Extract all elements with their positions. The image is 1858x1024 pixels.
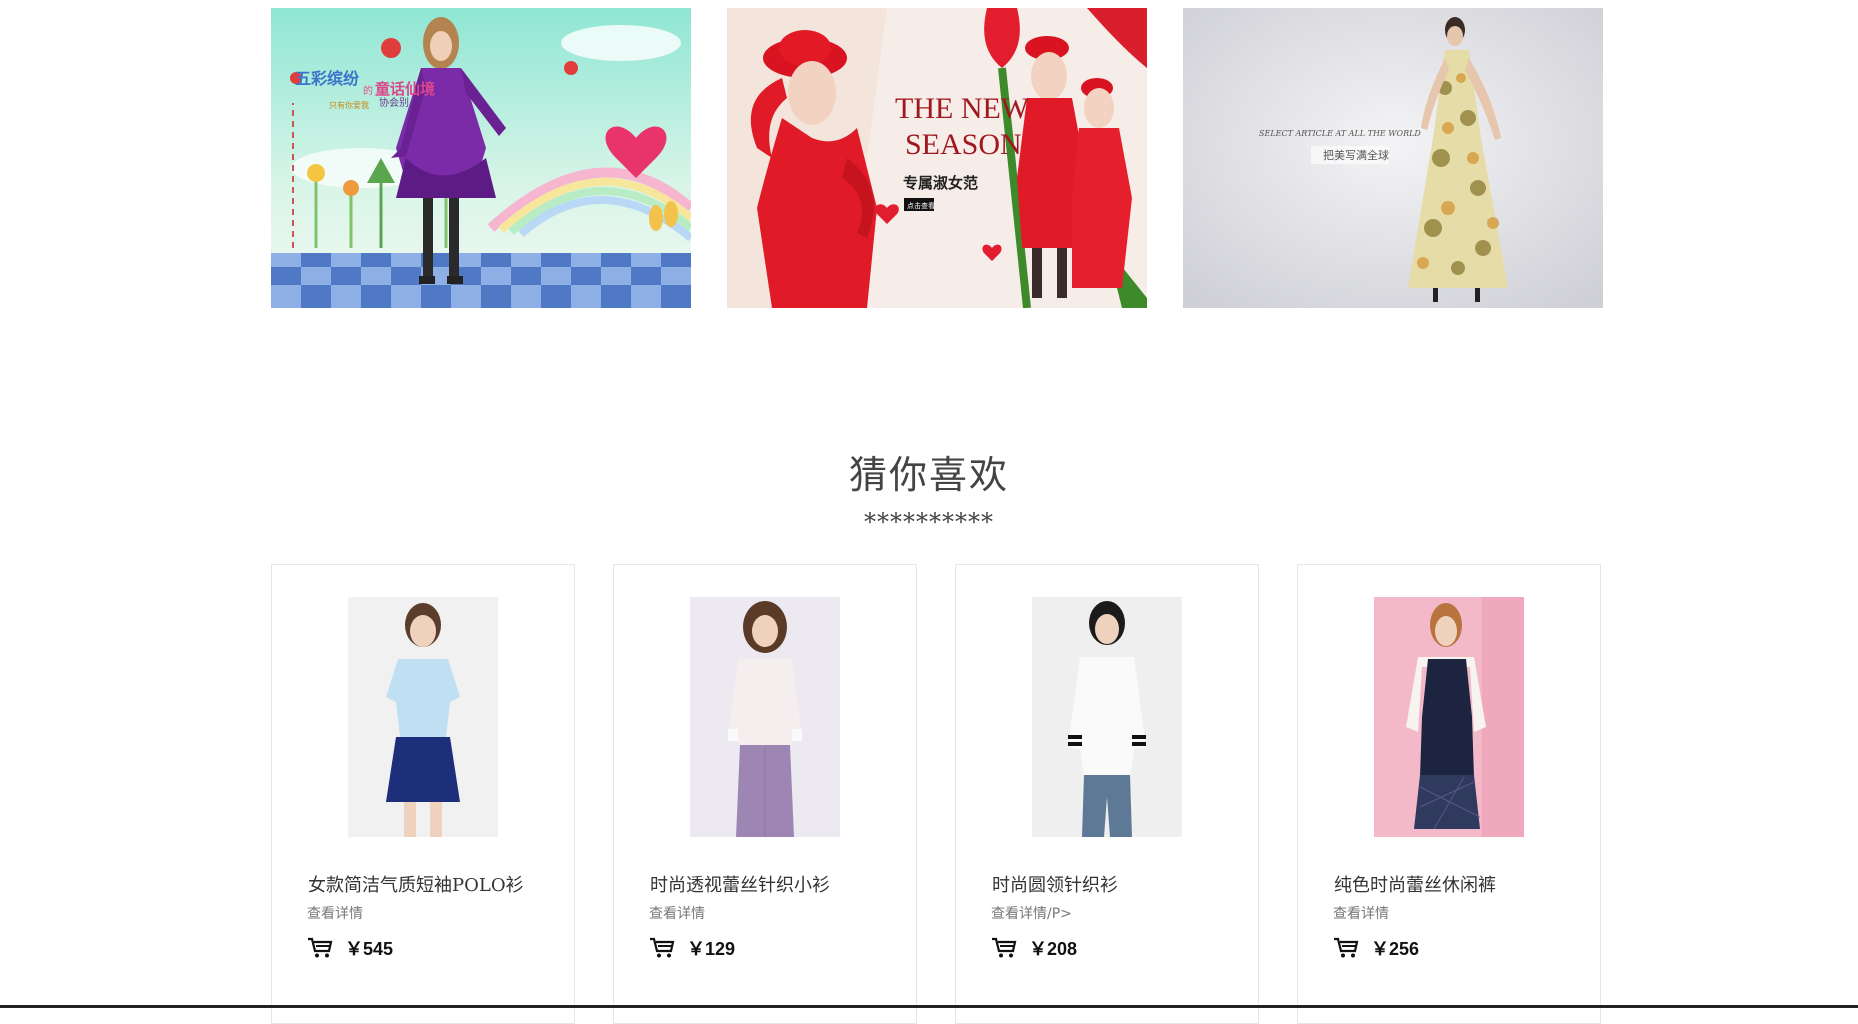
banner-global-image: SELECT ARTICLE AT ALL THE WORLD 把美写满全球	[1183, 8, 1603, 308]
product-name[interactable]: 女款简洁气质短袖POLO衫	[308, 871, 564, 897]
banner-new-season-image: THE NEW SEASON 专属淑女范 点击查看	[727, 8, 1147, 308]
shopping-cart-icon[interactable]	[649, 937, 675, 959]
banner-new-season-headline: THE NEW	[895, 92, 1030, 125]
banner-new-season-button-label: 点击查看	[907, 201, 935, 210]
product-detail-link[interactable]: 查看详情	[649, 903, 705, 923]
product-card[interactable]: 女款简洁气质短袖POLO衫 查看详情 ￥545	[271, 564, 575, 1024]
section-divider-stars: **********	[864, 508, 994, 536]
banner-new-season-headline2: SEASON	[905, 128, 1022, 161]
product-card[interactable]: 纯色时尚蕾丝休闲裤 查看详情 ￥256	[1297, 564, 1601, 1024]
product-price: ￥208	[1029, 939, 1078, 959]
price-row: ￥545	[307, 935, 393, 961]
banner-fairytale[interactable]: 五彩缤纷 的 童话仙境 只有你爱我 协会别	[271, 8, 691, 308]
product-price: ￥256	[1371, 939, 1420, 959]
product-name[interactable]: 时尚圆领针织衫	[992, 871, 1248, 897]
product-grid: 女款简洁气质短袖POLO衫 查看详情 ￥545 时尚透视蕾丝针织小衫 查看详情 …	[271, 564, 1604, 1024]
product-name[interactable]: 时尚透视蕾丝针织小衫	[650, 871, 906, 897]
product-name[interactable]: 纯色时尚蕾丝休闲裤	[1334, 871, 1590, 897]
banner-global-subline: 把美写满全球	[1323, 148, 1389, 162]
product-image[interactable]	[1032, 597, 1182, 837]
product-image[interactable]	[1374, 597, 1524, 837]
product-detail-link[interactable]: 查看详情	[1333, 903, 1389, 923]
banner-new-season-subline: 专属淑女范	[903, 174, 978, 192]
product-image[interactable]	[690, 597, 840, 837]
banner-fairytale-image: 五彩缤纷 的 童话仙境 只有你爱我 协会别	[271, 8, 691, 308]
banner-row: 五彩缤纷 的 童话仙境 只有你爱我 协会别 THE NEW SEASON 专属淑…	[271, 8, 1604, 308]
price-row: ￥208	[991, 935, 1077, 961]
product-card[interactable]: 时尚圆领针织衫 查看详情/P> ￥208	[955, 564, 1259, 1024]
shopping-cart-icon[interactable]	[307, 937, 333, 959]
product-price: ￥129	[687, 939, 736, 959]
banner-fairytale-connector: 的	[363, 84, 373, 97]
product-detail-link[interactable]: 查看详情/P>	[991, 903, 1072, 923]
banner-fairytale-headline2: 童话仙境	[375, 80, 435, 98]
banner-fairytale-subline2: 协会别	[379, 96, 409, 109]
product-detail-link[interactable]: 查看详情	[307, 903, 363, 923]
banner-global[interactable]: SELECT ARTICLE AT ALL THE WORLD 把美写满全球	[1183, 8, 1603, 308]
product-price: ￥545	[345, 939, 394, 959]
section-title: 猜你喜欢	[848, 453, 1009, 497]
product-card[interactable]: 时尚透视蕾丝针织小衫 查看详情 ￥129	[613, 564, 917, 1024]
shopping-cart-icon[interactable]	[1333, 937, 1359, 959]
price-row: ￥256	[1333, 935, 1419, 961]
product-image[interactable]	[348, 597, 498, 837]
price-row: ￥129	[649, 935, 735, 961]
banner-fairytale-headline: 五彩缤纷	[295, 69, 359, 88]
banner-global-headline: SELECT ARTICLE AT ALL THE WORLD	[1259, 129, 1421, 138]
banner-fairytale-subline: 只有你爱我	[329, 100, 369, 110]
banner-new-season[interactable]: THE NEW SEASON 专属淑女范 点击查看	[727, 8, 1147, 308]
shopping-cart-icon[interactable]	[991, 937, 1017, 959]
